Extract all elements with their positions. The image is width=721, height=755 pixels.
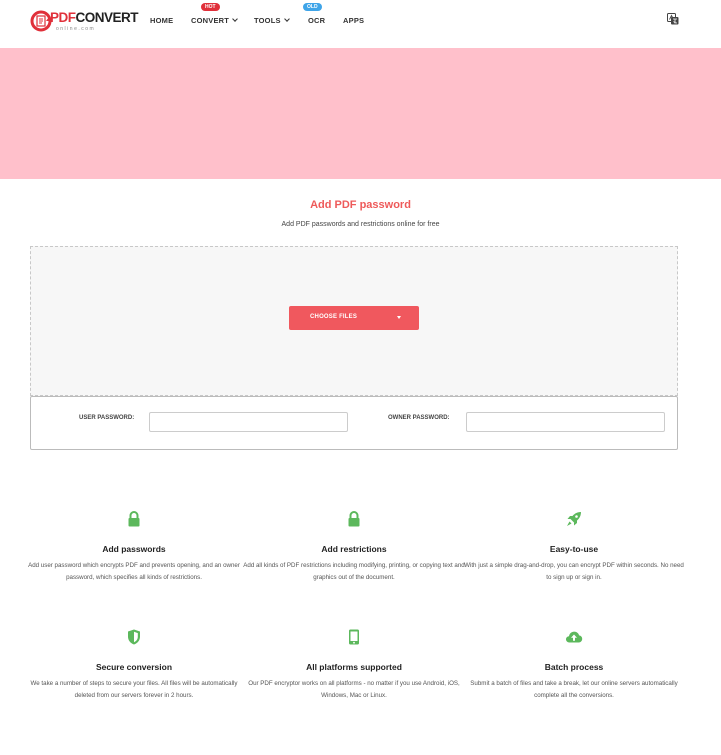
nav-apps[interactable]: APPS	[343, 16, 364, 25]
user-password-label: USER PASSWORD:	[79, 415, 135, 421]
caret-down-icon[interactable]	[397, 316, 401, 319]
choose-files-button[interactable]: CHOOSE FILES	[289, 306, 419, 330]
lock-icon	[348, 511, 360, 527]
feature-description: Add user password which encrypts PDF and…	[28, 562, 240, 581]
page-subtitle: Add PDF passwords and restrictions onlin…	[281, 221, 440, 228]
nav-tools[interactable]: TOOLS	[254, 16, 290, 25]
nav-convert-label: CONVERT	[191, 16, 230, 25]
shield-icon	[128, 629, 140, 645]
chevron-down-icon	[232, 16, 238, 22]
feature-title: Add passwords	[102, 544, 166, 554]
rocket-icon	[567, 512, 581, 526]
feature-title: Secure conversion	[95, 662, 173, 672]
feature-title: Batch process	[544, 662, 604, 672]
feature-description: With just a simple drag-and-drop, you ca…	[464, 562, 684, 581]
user-password-input[interactable]	[149, 412, 348, 432]
feature-title: Easy-to-use	[549, 544, 599, 554]
logo-wordmark: PDFCONVERT	[50, 10, 139, 25]
feature-title: All platforms supported	[306, 662, 402, 672]
lock-icon	[128, 511, 140, 527]
nav-ocr[interactable]: OCR	[308, 16, 325, 25]
nav-tools-label: TOOLS	[254, 16, 281, 25]
page-title: Add PDF password	[310, 199, 411, 211]
cloud-upload-icon	[566, 631, 583, 643]
logo-tagline: online.com	[56, 26, 96, 32]
feature-title: Add restrictions	[321, 544, 387, 554]
top-navbar: PDFCONVERT online.com HOME HOT CONVERT T…	[0, 0, 721, 48]
feature-description: Add all kinds of PDF restrictions includ…	[243, 562, 465, 581]
nav-home[interactable]: HOME	[150, 16, 173, 25]
ad-banner	[0, 48, 721, 179]
old-badge: OLD	[303, 3, 322, 11]
translate-icon[interactable]	[667, 13, 679, 25]
chevron-down-icon	[283, 16, 290, 22]
owner-password-label: OWNER PASSWORD:	[388, 415, 450, 421]
feature-description: Our PDF encryptor works on all platforms…	[248, 680, 460, 699]
site-logo[interactable]: PDFCONVERT online.com	[30, 9, 139, 35]
nav-convert[interactable]: CONVERT	[191, 16, 238, 25]
hot-badge: HOT	[201, 3, 220, 11]
choose-files-label: CHOOSE FILES	[310, 314, 358, 320]
logo-icon	[30, 10, 52, 32]
owner-password-input[interactable]	[466, 412, 665, 432]
feature-description: Submit a batch of files and take a break…	[470, 680, 678, 699]
feature-description: We take a number of steps to secure your…	[30, 680, 238, 699]
tablet-icon	[349, 629, 359, 645]
